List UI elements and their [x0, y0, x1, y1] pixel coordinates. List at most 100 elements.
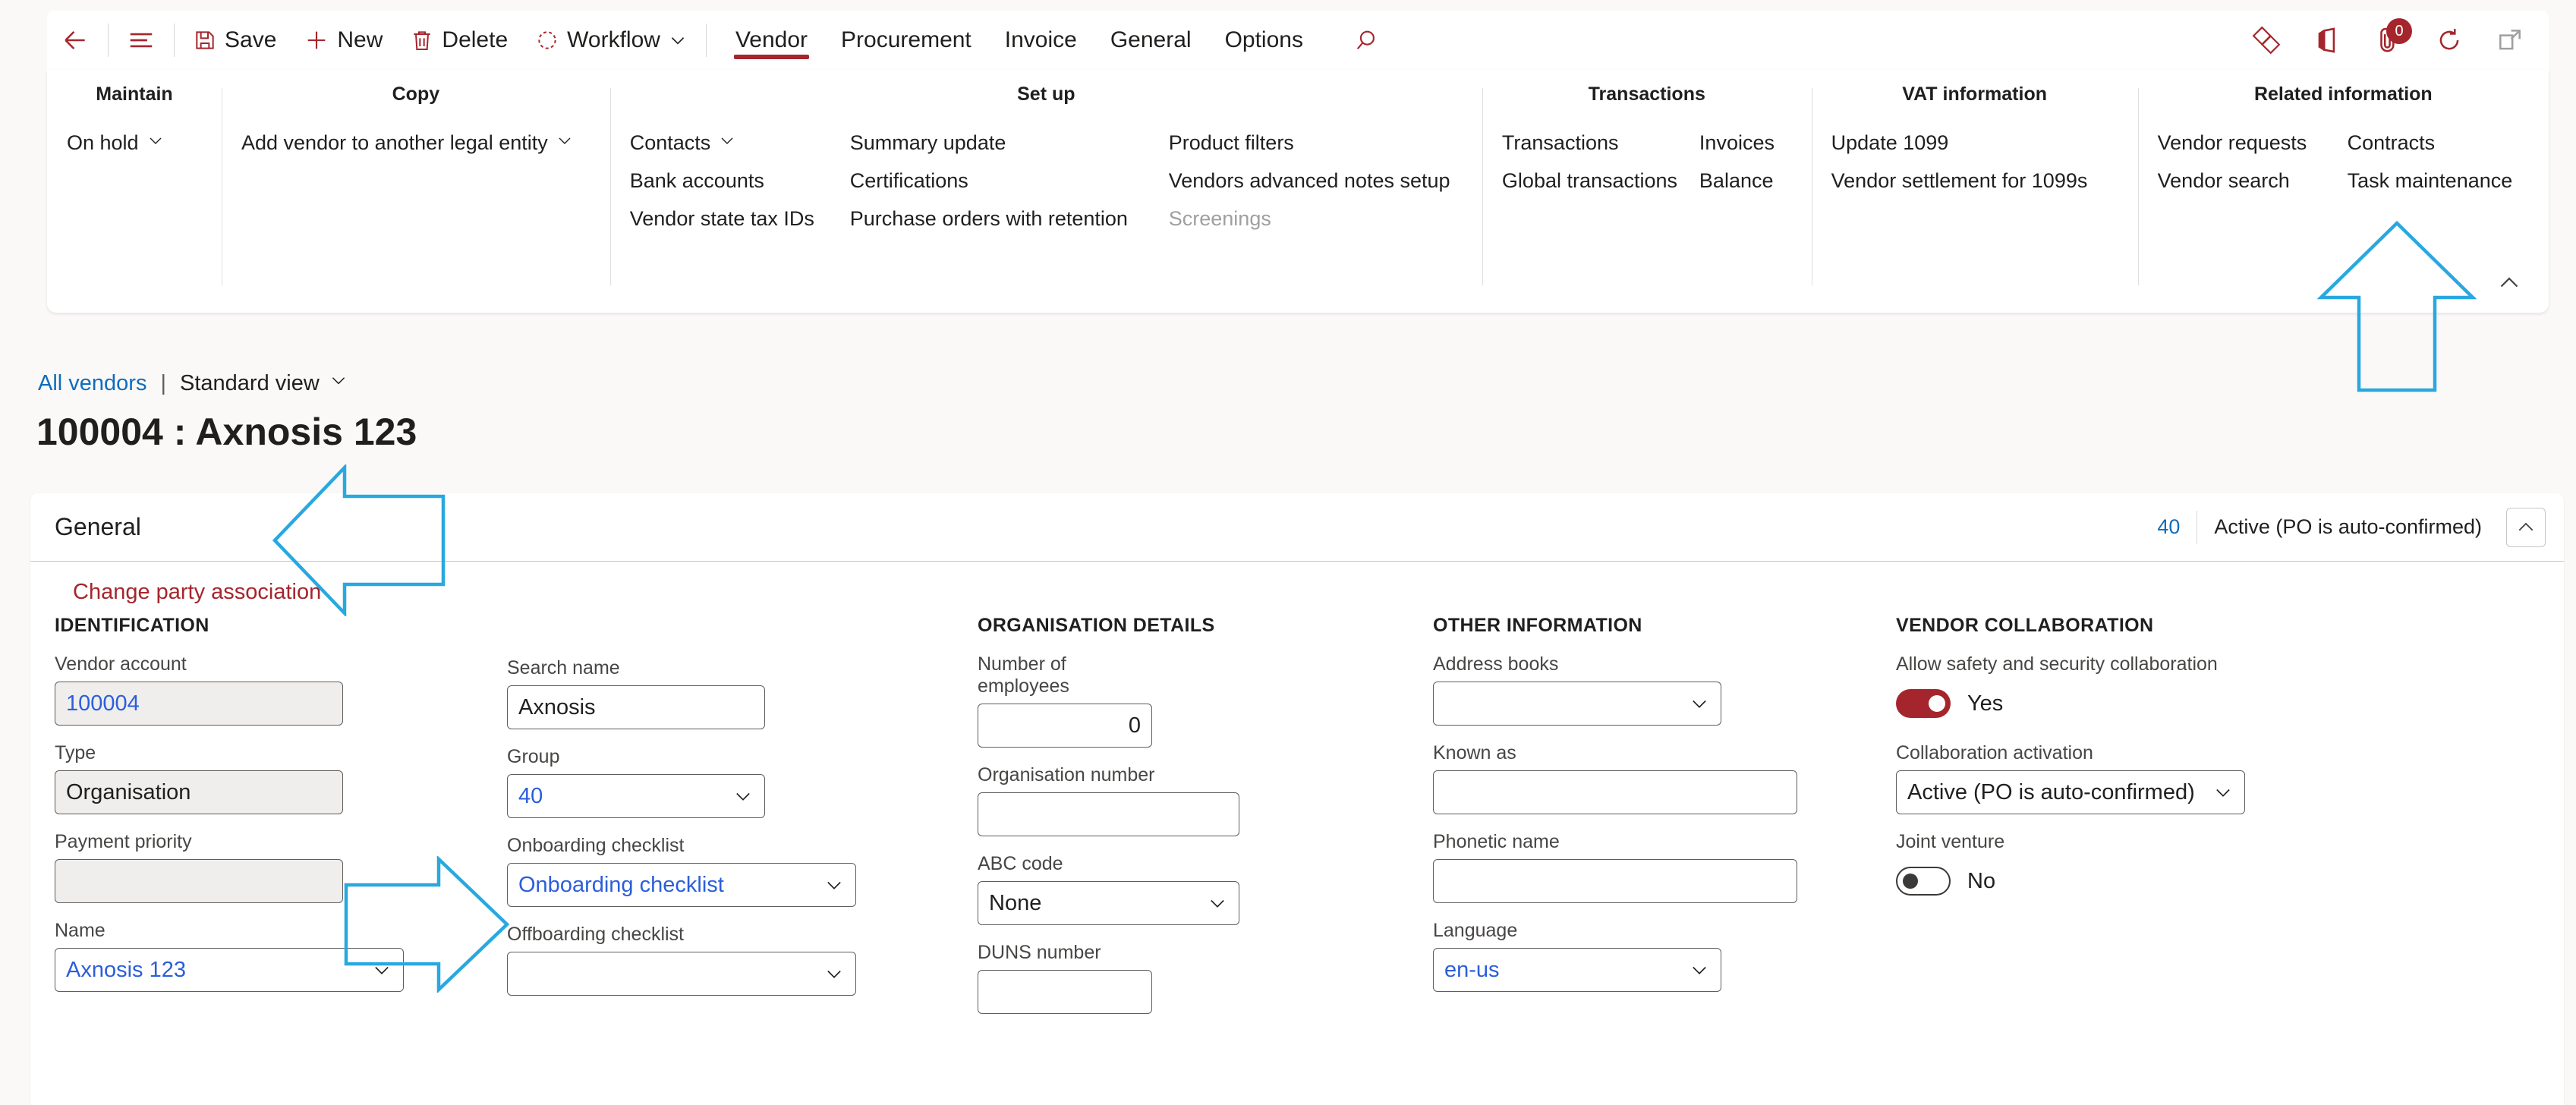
group-input[interactable]: 40 [507, 774, 765, 818]
view-selector[interactable]: Standard view [180, 370, 348, 396]
duns-number-input[interactable] [978, 970, 1152, 1014]
tab-procurement[interactable]: Procurement [824, 11, 988, 70]
ribbon-item-certifications[interactable]: Certifications [850, 163, 1169, 198]
collapse-general-section-button[interactable] [2506, 507, 2546, 547]
field-phonetic-name-label: Phonetic name [1433, 831, 1560, 852]
collaboration-activation-input[interactable]: Active (PO is auto-confirmed) [1896, 770, 2245, 814]
ribbon-item-contacts[interactable]: Contacts [630, 125, 850, 160]
change-party-association-link[interactable]: Change party association [73, 580, 321, 604]
refresh-icon[interactable] [2421, 11, 2477, 70]
toggle-knob [1903, 874, 1918, 889]
joint-venture-toggle[interactable] [1896, 867, 1951, 896]
chevron-down-icon[interactable] [824, 963, 845, 984]
field-duns-number: DUNS number [978, 942, 1152, 1014]
ribbon-item-vendor-state-tax-ids[interactable]: Vendor state tax IDs [630, 201, 850, 236]
onboarding-checklist-input[interactable]: Onboarding checklist [507, 863, 856, 907]
notification-badge: 0 [2386, 18, 2412, 44]
save-button[interactable]: Save [179, 11, 290, 70]
ribbon-group-copy: Copy Add vendor to another legal entity [222, 83, 610, 313]
delete-button[interactable]: Delete [396, 11, 521, 70]
vendor-account-input[interactable]: 100004 [55, 682, 343, 726]
number-of-employees-input[interactable]: 0 [978, 704, 1152, 748]
ribbon-item-vendors-advanced-notes-setup[interactable]: Vendors advanced notes setup [1169, 163, 1463, 198]
ribbon-item-vendor-requests[interactable]: Vendor requests [2158, 125, 2348, 160]
abc-code-input[interactable]: None [978, 881, 1239, 925]
search-name-input[interactable]: Axnosis [507, 685, 765, 729]
open-in-new-window-icon[interactable] [2482, 11, 2538, 70]
chevron-down-icon[interactable] [2212, 782, 2234, 803]
field-joint-venture-label: Joint venture [1896, 831, 2005, 852]
ribbon-item-vendor-search[interactable]: Vendor search [2158, 163, 2348, 198]
chevron-down-icon [668, 30, 688, 50]
chevron-down-icon [718, 125, 736, 160]
collaboration-activation-value: Active (PO is auto-confirmed) [1907, 779, 2195, 804]
ribbon-group-copy-title: Copy [392, 83, 440, 105]
ribbon-item-balance[interactable]: Balance [1699, 163, 1794, 198]
payment-priority-input[interactable] [55, 859, 343, 903]
chevron-down-icon[interactable] [1207, 892, 1228, 914]
field-duns-number-label: DUNS number [978, 942, 1101, 963]
ribbon-item-add-vendor-to-another-legal-entity[interactable]: Add vendor to another legal entity [241, 125, 594, 160]
ribbon-column: Product filters Vendors advanced notes s… [1169, 125, 1463, 236]
ribbon-item-task-maintenance[interactable]: Task maintenance [2348, 163, 2533, 198]
ribbon-item-product-filters[interactable]: Product filters [1169, 125, 1463, 160]
field-search-name: Search name Axnosis [507, 657, 765, 729]
joint-venture-toggle-row: No [1896, 859, 2321, 903]
ribbon-item-purchase-orders-with-retention[interactable]: Purchase orders with retention [850, 201, 1169, 236]
ribbon-group-set-up-title: Set up [1017, 83, 1075, 105]
page-title: 100004 : Axnosis 123 [36, 411, 417, 453]
field-allow-safety-label: Allow safety and security collaboration [1896, 653, 2218, 675]
allow-safety-toggle[interactable] [1896, 689, 1951, 718]
diamond-app-icon[interactable] [2237, 11, 2295, 70]
ribbon-item-bank-accounts[interactable]: Bank accounts [630, 163, 850, 198]
offboarding-checklist-input[interactable] [507, 952, 856, 996]
divider [108, 24, 109, 57]
tab-options-label: Options [1224, 27, 1303, 52]
navigation-menu-icon[interactable] [113, 11, 169, 70]
workflow-button[interactable]: Workflow [521, 11, 701, 70]
chevron-down-icon[interactable] [1689, 959, 1710, 981]
trash-icon [410, 28, 434, 52]
breadcrumb-all-vendors-link[interactable]: All vendors [38, 371, 146, 396]
ribbon-item-summary-update[interactable]: Summary update [850, 125, 1169, 160]
ribbon-item-vendor-settlement-for-1099s[interactable]: Vendor settlement for 1099s [1831, 163, 2108, 198]
chevron-down-icon[interactable] [371, 959, 392, 981]
office-apps-icon[interactable] [2300, 11, 2356, 70]
ribbon-item-global-transactions[interactable]: Global transactions [1502, 163, 1699, 198]
abc-code-value: None [989, 890, 1042, 915]
tab-vendor[interactable]: Vendor [719, 11, 824, 70]
chevron-down-icon[interactable] [732, 785, 754, 807]
address-books-input[interactable] [1433, 682, 1721, 726]
field-onboarding-checklist: Onboarding checklist Onboarding checklis… [507, 835, 856, 907]
form-column-identification: IDENTIFICATION Vendor account 100004 Typ… [55, 615, 404, 1009]
divider [705, 24, 707, 57]
known-as-input[interactable] [1433, 770, 1797, 814]
organisation-number-input[interactable] [978, 792, 1239, 836]
chevron-down-icon[interactable] [1689, 693, 1710, 714]
command-bar: Save New Delete Workflow Vendor Procurem… [47, 11, 2549, 70]
tab-invoice[interactable]: Invoice [988, 11, 1094, 70]
name-input[interactable]: Axnosis 123 [55, 948, 404, 992]
back-button[interactable] [47, 11, 103, 70]
field-onboarding-checklist-label: Onboarding checklist [507, 835, 685, 856]
ribbon-group-set-up: Set up Contacts Bank accounts Vendor sta… [609, 83, 1482, 313]
form-column-organisation-details: ORGANISATION DETAILS Number of employees… [978, 615, 1266, 1031]
search-icon[interactable] [1340, 11, 1393, 70]
ribbon-item-on-hold[interactable]: On hold [67, 125, 184, 160]
ribbon-item-invoices[interactable]: Invoices [1699, 125, 1794, 160]
general-section-header[interactable]: General 40 Active (PO is auto-confirmed) [30, 493, 2564, 562]
ribbon-item-contracts[interactable]: Contracts [2348, 125, 2533, 160]
tab-options[interactable]: Options [1208, 11, 1320, 70]
general-section-actions: Change party association [30, 562, 2564, 605]
language-input[interactable]: en-us [1433, 948, 1721, 992]
new-button[interactable]: New [290, 11, 396, 70]
phonetic-name-input[interactable] [1433, 859, 1797, 903]
chevron-down-icon[interactable] [824, 874, 845, 896]
ribbon-item-update-1099[interactable]: Update 1099 [1831, 125, 2108, 160]
collapse-action-pane-button[interactable] [2489, 266, 2529, 301]
ribbon-item-transactions[interactable]: Transactions [1502, 125, 1699, 160]
type-input[interactable]: Organisation [55, 770, 343, 814]
field-name-label: Name [55, 920, 105, 941]
tab-general[interactable]: General [1094, 11, 1208, 70]
attachments-button[interactable]: 0 [2360, 11, 2417, 70]
